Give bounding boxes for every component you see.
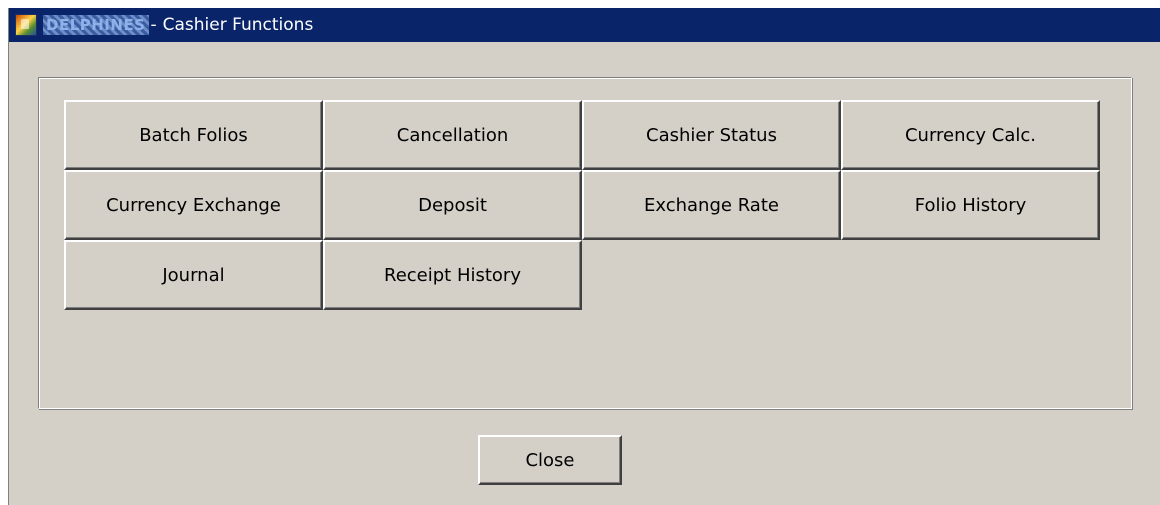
window-title: Cashier Functions bbox=[162, 15, 314, 35]
batch-folios-button[interactable]: Batch Folios bbox=[64, 100, 323, 170]
journal-button[interactable]: Journal bbox=[64, 240, 323, 310]
functions-button-grid: Batch Folios Cancellation Cashier Status Cu… bbox=[64, 100, 1100, 310]
app-name: DELPHINES bbox=[43, 15, 149, 35]
functions-group: Batch Folios Cancellation Cashier Status Cu… bbox=[38, 77, 1132, 409]
close-button[interactable]: Close bbox=[478, 435, 622, 485]
cashier-status-button[interactable]: Cashier Status bbox=[582, 100, 841, 170]
title-separator: - bbox=[150, 15, 157, 35]
folio-history-button[interactable]: Folio History bbox=[841, 170, 1100, 240]
receipt-history-button[interactable]: Receipt History bbox=[323, 240, 582, 310]
currency-exchange-button[interactable]: Currency Exchange bbox=[64, 170, 323, 240]
title-bar[interactable]: DELPHINES - Cashier Functions bbox=[9, 8, 1160, 42]
currency-calc-button[interactable]: Currency Calc. bbox=[841, 100, 1100, 170]
cancellation-button[interactable]: Cancellation bbox=[323, 100, 582, 170]
exchange-rate-button[interactable]: Exchange Rate bbox=[582, 170, 841, 240]
cashier-functions-window: DELPHINES - Cashier Functions Batch Foli… bbox=[8, 8, 1160, 505]
app-logo-icon bbox=[15, 14, 37, 36]
deposit-button[interactable]: Deposit bbox=[323, 170, 582, 240]
